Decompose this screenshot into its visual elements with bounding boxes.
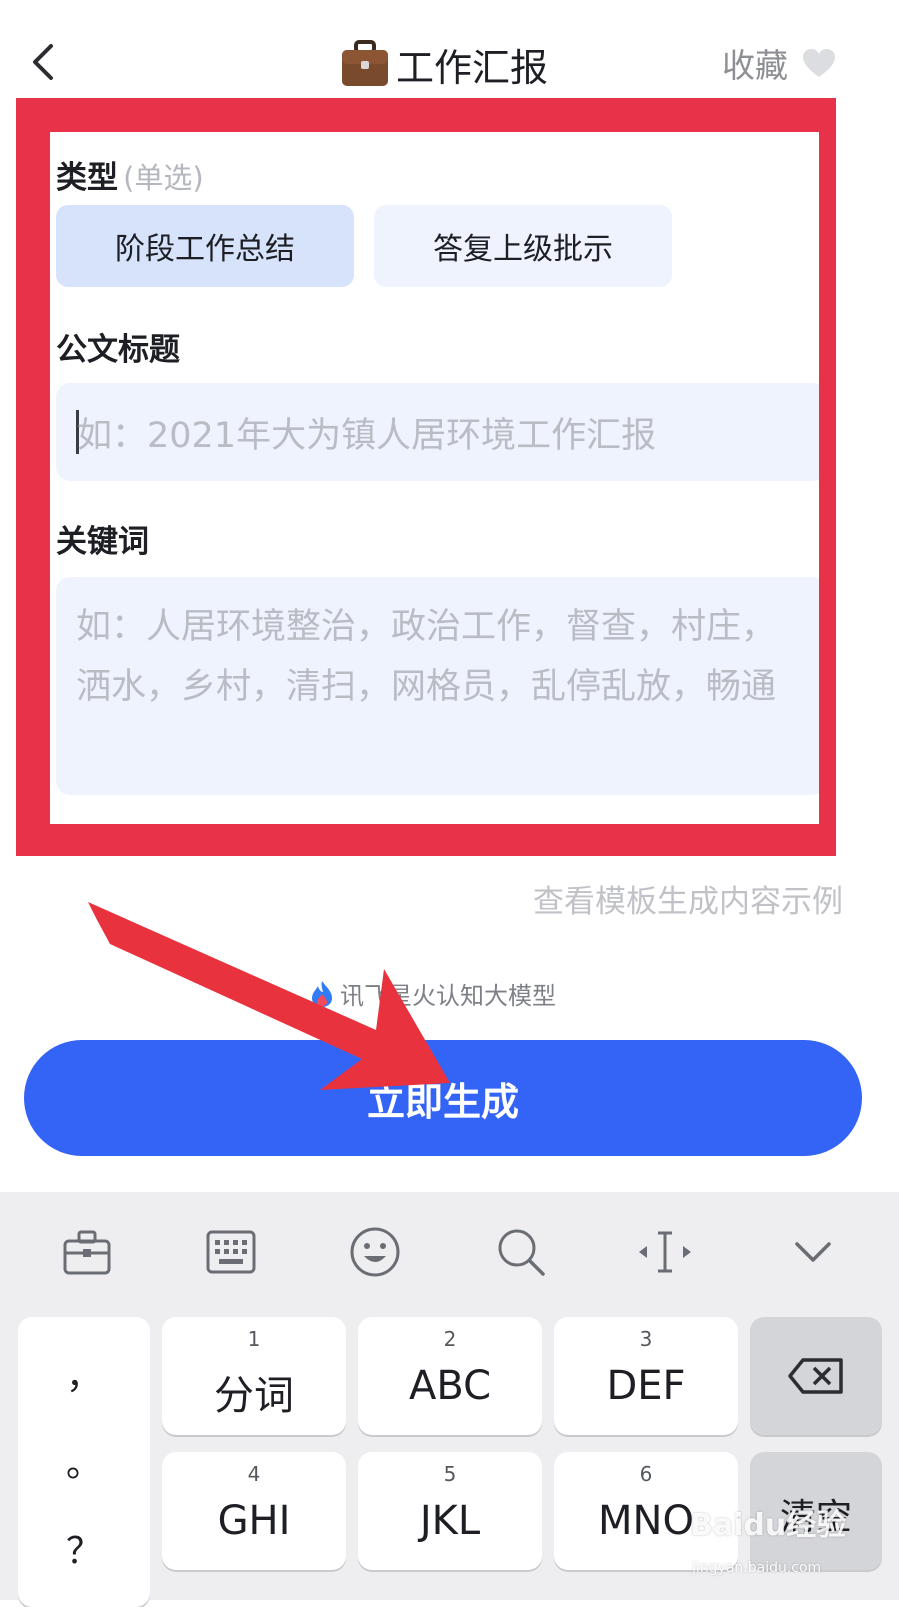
key-label: GHI [217,1498,291,1544]
punctuation-column[interactable]: ， 。 ？ [18,1317,150,1607]
page-title: 工作汇报 [340,36,548,92]
key-number: 3 [639,1327,653,1351]
key-number: 6 [639,1462,653,1486]
model-brand: 讯飞星火认知大模型 [310,976,556,1011]
favorite-label: 收藏 [722,46,788,85]
toolbox-icon[interactable] [59,1224,115,1280]
model-brand-text: 讯飞星火认知大模型 [340,982,556,1010]
spark-flame-icon [312,980,332,1007]
key-label: JKL [419,1498,481,1544]
type-option-stage-summary[interactable]: 阶段工作总结 [56,205,354,287]
backspace-icon [788,1358,843,1394]
keywords-label: 关键词 [56,524,149,560]
key-comma[interactable]: ， [18,1347,150,1399]
keywords-placeholder: 如：人居环境整治，政治工作，督查，村庄，洒水，乡村，清扫，网格员，乱停乱放，畅通 [76,607,777,707]
chevron-left-icon [33,44,53,80]
back-button[interactable] [22,36,66,88]
favorite-button[interactable]: 收藏 [722,38,836,88]
heart-icon [803,49,835,77]
keywords-input[interactable]: 如：人居环境整治，政治工作，督查，村庄，洒水，乡村，清扫，网格员，乱停乱放，畅通 [56,577,819,795]
type-option-label: 阶段工作总结 [115,232,295,267]
backspace-key[interactable] [750,1317,882,1435]
form-card: 类型 (单选) 阶段工作总结 答复上级批示 公文标题 如：2021年大为镇人居环… [50,132,819,824]
briefcase-icon [342,40,388,86]
template-example-link[interactable]: 查看模板生成内容示例 [533,876,843,921]
key-label: 分词 [214,1373,294,1419]
key-label: DEF [606,1363,686,1409]
key-3-def[interactable]: 3 DEF [554,1317,738,1435]
watermark-brand: Baidu经验 [690,1508,847,1543]
doc-title-placeholder: 如：2021年大为镇人居环境工作汇报 [77,415,657,456]
search-icon[interactable] [493,1224,549,1280]
key-label: ABC [408,1363,492,1409]
key-number: 4 [247,1462,261,1486]
page-title-text: 工作汇报 [396,45,549,90]
key-question[interactable]: ？ [18,1522,150,1574]
key-4-ghi[interactable]: 4 GHI [162,1452,346,1570]
key-1-split-word[interactable]: 1 分词 [162,1317,346,1435]
collapse-icon[interactable] [785,1224,841,1280]
key-5-jkl[interactable]: 5 JKL [358,1452,542,1570]
key-number: 2 [443,1327,457,1351]
cursor-move-icon[interactable] [637,1224,693,1280]
doc-title-input[interactable]: 如：2021年大为镇人居环境工作汇报 [56,383,819,481]
key-2-abc[interactable]: 2 ABC [358,1317,542,1435]
doc-title-label: 公文标题 [56,332,180,368]
generate-button-label: 立即生成 [366,1079,519,1124]
keyboard-icon[interactable] [203,1224,259,1280]
type-label: 类型 [56,160,118,196]
type-hint: (单选) [123,161,204,195]
watermark-url: jingyan.baidu.com [692,1560,822,1576]
generate-button[interactable]: 立即生成 [24,1040,862,1156]
key-number: 1 [247,1327,261,1351]
emoji-icon[interactable] [347,1224,403,1280]
key-period[interactable]: 。 [18,1435,150,1487]
type-option-label: 答复上级批示 [433,232,613,267]
type-option-reply-instruction[interactable]: 答复上级批示 [374,205,672,287]
key-number: 5 [443,1462,457,1486]
type-section-label: 类型 (单选) [56,152,204,197]
keyboard-toolbar [0,1192,899,1312]
